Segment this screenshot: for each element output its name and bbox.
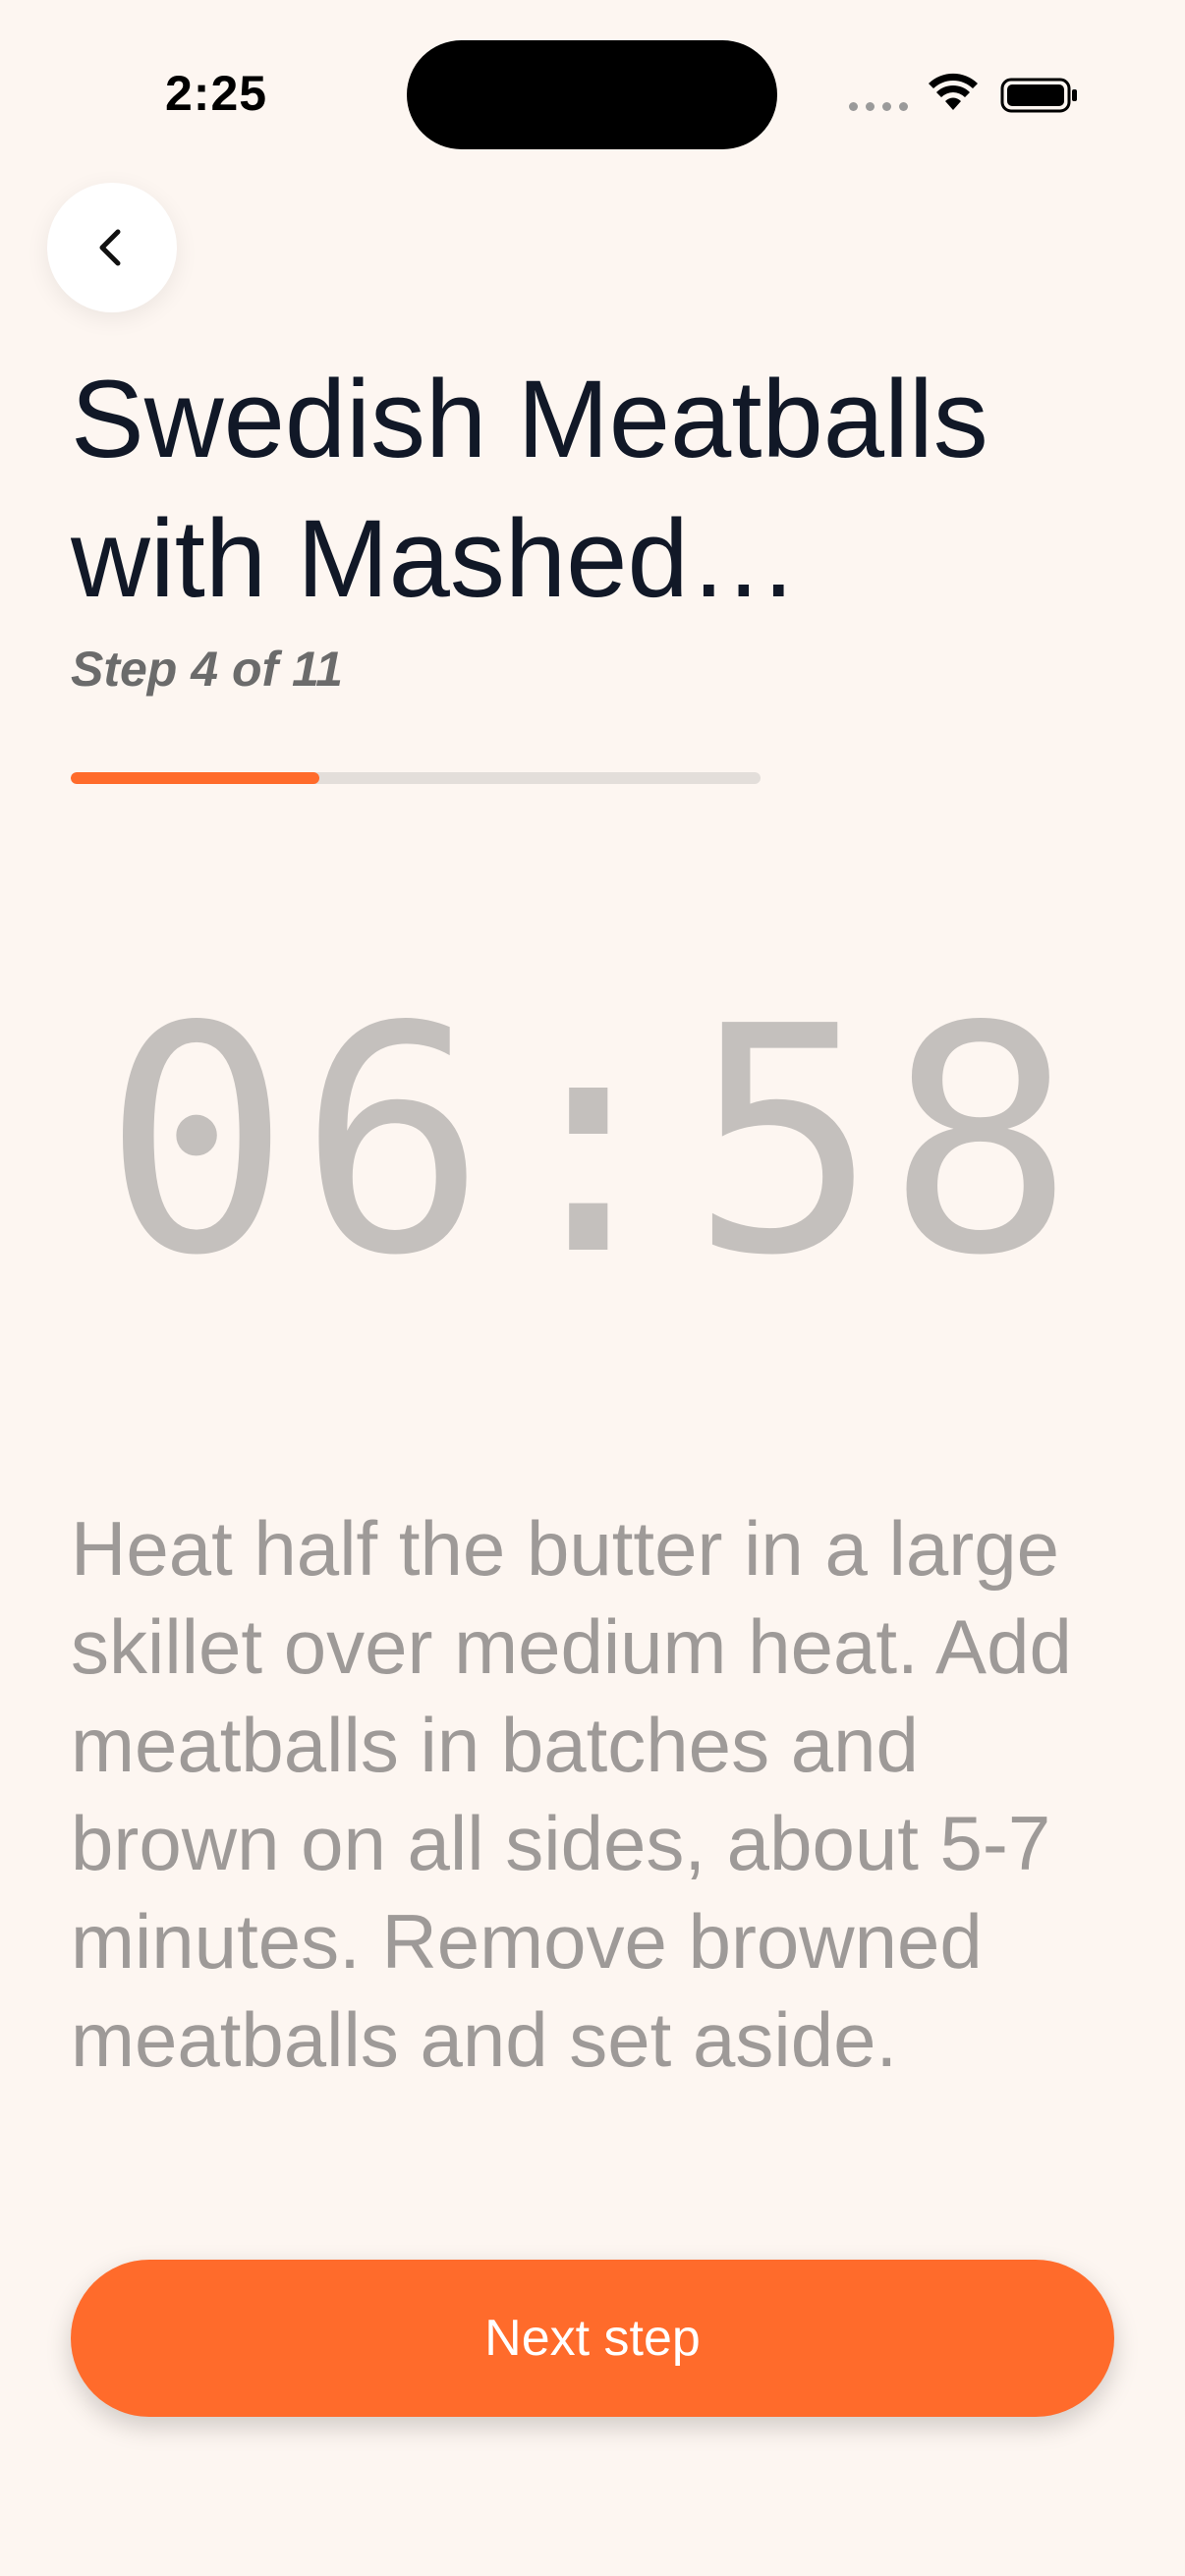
wifi-icon <box>929 73 978 110</box>
back-button[interactable] <box>47 183 177 312</box>
cellular-signal-icon <box>849 102 908 111</box>
battery-icon <box>1000 78 1077 113</box>
progress-bar <box>71 772 761 784</box>
progress-bar-fill <box>71 772 319 784</box>
status-time: 2:25 <box>165 66 268 121</box>
step-instructions: Heat half the butter in a large skillet … <box>71 1505 1072 2083</box>
countdown-timer: 06:58 <box>102 960 1083 1323</box>
dynamic-island <box>407 40 777 149</box>
next-step-button[interactable]: Next step <box>71 2260 1114 2417</box>
chevron-left-icon <box>99 229 121 266</box>
step-counter: Step 4 of 11 <box>71 642 343 697</box>
recipe-title: Swedish Meatballs with Mashed Potatoes <box>71 358 988 620</box>
